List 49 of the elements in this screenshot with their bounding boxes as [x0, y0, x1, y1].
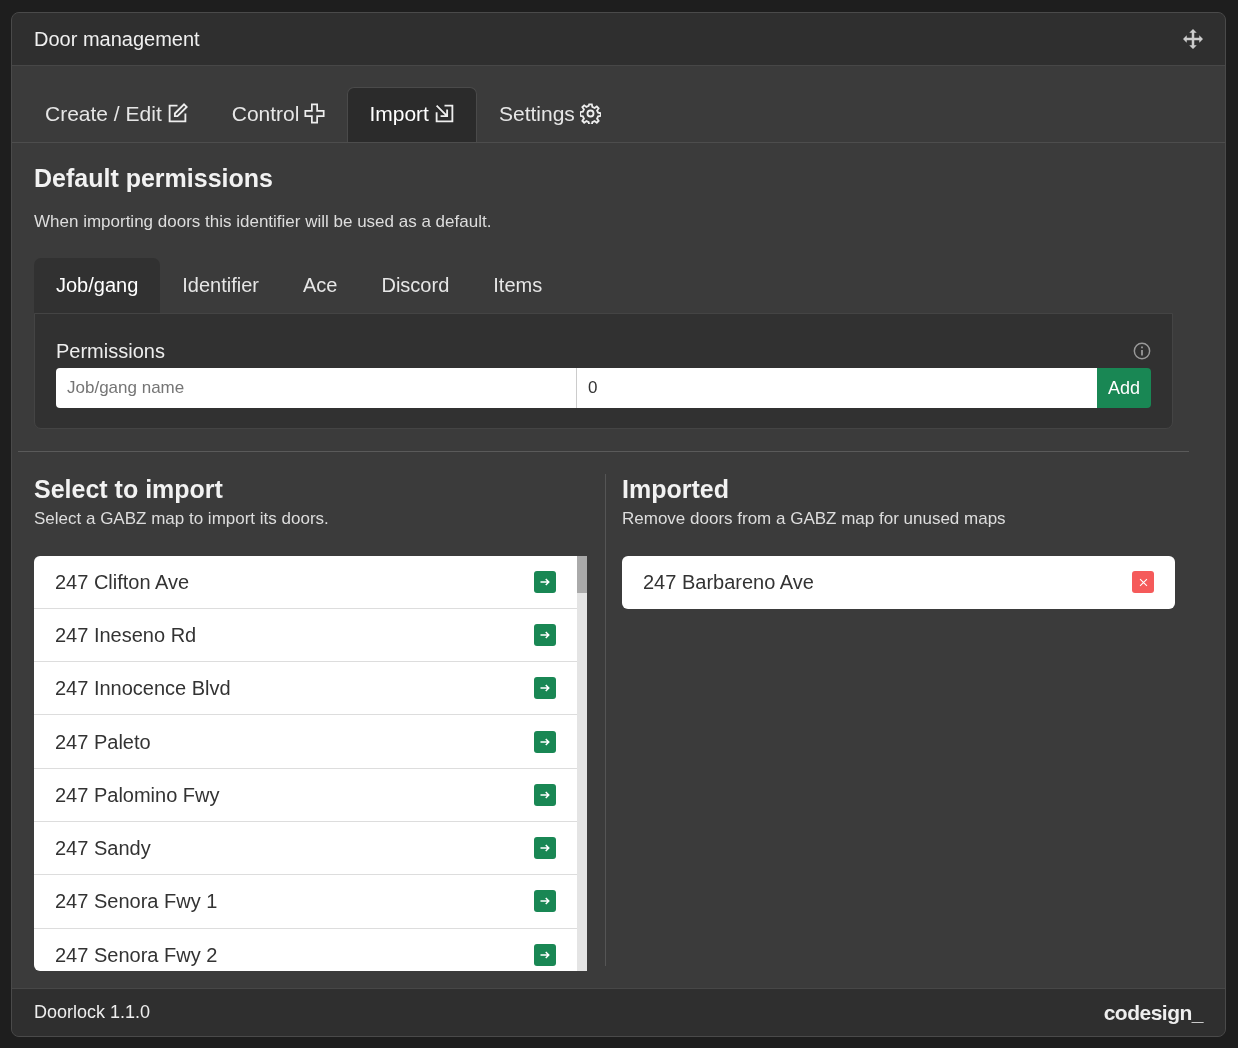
- move-icon: [1183, 29, 1203, 49]
- list-item-label: 247 Barbareno Ave: [643, 570, 814, 596]
- list-item-label: 247 Paleto: [55, 729, 151, 755]
- info-icon: [1133, 342, 1151, 360]
- input-field[interactable]: Job/gang name: [56, 368, 577, 408]
- section-description: Select a GABZ map to import its doors.: [34, 508, 330, 530]
- import-button[interactable]: [534, 783, 556, 806]
- list-item-label: 247 Senora Fwy 2: [55, 942, 218, 968]
- cross-icon: [304, 103, 326, 125]
- list-item-label: 247 Ineseno Rd: [55, 622, 197, 648]
- field-label: Permissions: [56, 339, 165, 364]
- import-button[interactable]: [534, 570, 556, 593]
- window-title: Door management: [34, 27, 200, 52]
- section-description: When importing doors this identifier will be used as a default.: [34, 210, 493, 233]
- section-description: Remove doors from a GABZ map for unused maps: [622, 508, 1007, 530]
- import-button[interactable]: [534, 730, 556, 753]
- scrollbar[interactable]: [577, 555, 587, 971]
- version-label: Doorlock 1.1.0: [34, 1001, 151, 1024]
- section-title: Default permissions: [34, 162, 274, 193]
- tab[interactable]: Ace: [281, 258, 360, 313]
- import-button[interactable]: [534, 677, 556, 700]
- tab[interactable]: Discord: [359, 258, 472, 313]
- input-field[interactable]: 0: [577, 368, 1097, 408]
- edit-icon: [166, 103, 188, 125]
- list-item-label: 247 Innocence Blvd: [55, 676, 231, 702]
- tab[interactable]: Identifier: [160, 258, 281, 313]
- close-icon: [1137, 576, 1149, 588]
- import-button[interactable]: [534, 943, 556, 966]
- list-item-label: 247 Palomino Fwy: [55, 782, 220, 808]
- remove-button[interactable]: [1132, 571, 1154, 594]
- import-button[interactable]: [534, 623, 556, 646]
- import-button[interactable]: [534, 837, 556, 860]
- brand-logo: codesign_: [1103, 999, 1203, 1026]
- tab[interactable]: Control: [209, 87, 348, 142]
- tab[interactable]: Job/gang: [34, 258, 161, 313]
- list-item-label: 247 Sandy: [55, 836, 151, 862]
- tab[interactable]: Create / Edit: [23, 87, 210, 142]
- tab[interactable]: Import: [347, 87, 477, 142]
- import-button[interactable]: [534, 890, 556, 913]
- section-title: Imported: [622, 474, 730, 504]
- tab[interactable]: Settings: [476, 87, 623, 142]
- list-item-label: 247 Senora Fwy 1: [55, 889, 218, 915]
- scrollbar-thumb[interactable]: [577, 555, 587, 593]
- add-button[interactable]: Add: [1096, 368, 1151, 408]
- list-item-label: 247 Clifton Ave: [55, 569, 190, 595]
- gear-icon: [579, 103, 601, 125]
- tab[interactable]: Items: [471, 258, 565, 313]
- import-icon: [433, 103, 455, 125]
- section-title: Select to import: [34, 474, 224, 504]
